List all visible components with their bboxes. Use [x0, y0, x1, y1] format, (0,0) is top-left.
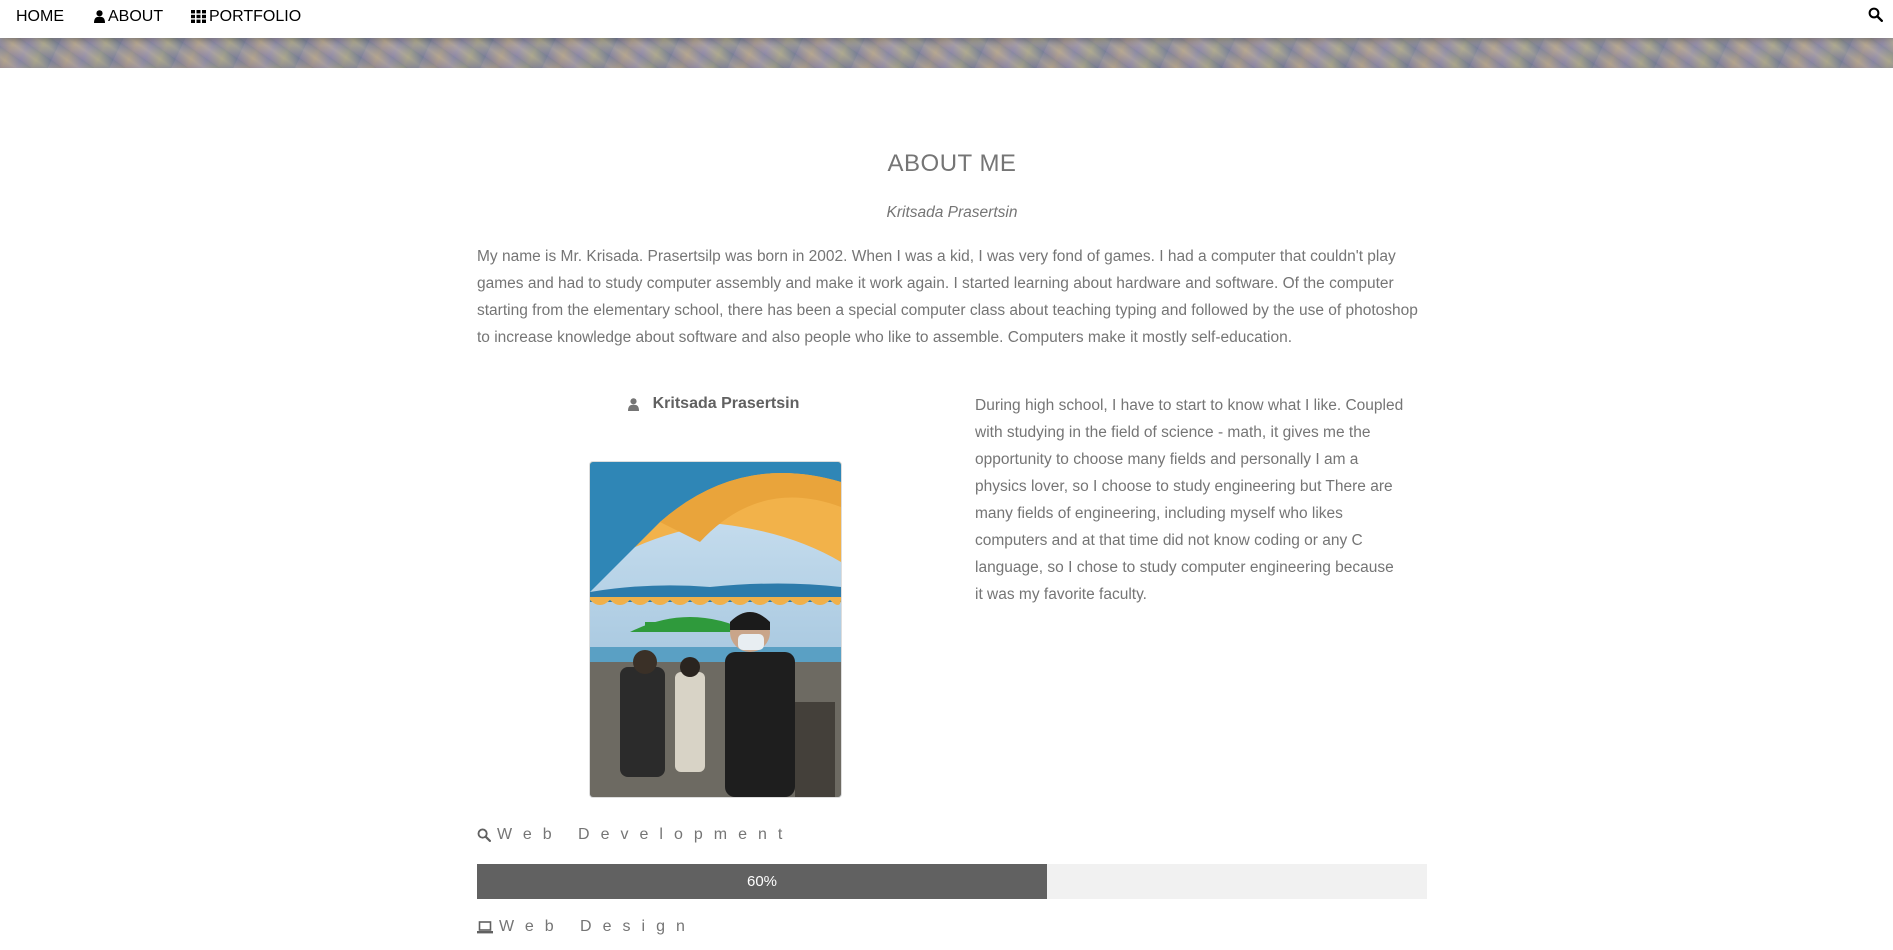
- nav-home-label: HOME: [16, 8, 64, 25]
- user-icon: [627, 397, 639, 411]
- hero-banner: [0, 38, 1893, 68]
- page-title: ABOUT ME: [887, 150, 1017, 177]
- search-icon: [1868, 7, 1884, 27]
- profile-photo: [589, 461, 842, 798]
- nav-portfolio-label: PORTFOLIO: [209, 8, 302, 25]
- laptop-icon: [477, 920, 493, 934]
- page-subtitle: Kritsada Prasertsin: [886, 204, 1018, 221]
- side-paragraph: During high school, I have to start to k…: [975, 397, 1404, 603]
- user-icon: [94, 10, 105, 23]
- skill-name: Web Development: [497, 826, 794, 843]
- skill-progress-fill: 60%: [477, 864, 1047, 899]
- skill-label-web-development: Web Development: [477, 826, 793, 844]
- skill-progress-bar: 60%: [477, 864, 1427, 899]
- search-icon: [477, 828, 491, 842]
- nav-home-link[interactable]: HOME: [16, 0, 64, 33]
- profile-name-label: Kritsada Prasertsin: [652, 395, 800, 412]
- skill-name: Web Design: [499, 918, 696, 935]
- nav-search-button[interactable]: [1868, 0, 1884, 33]
- skill-label-web-design: Web Design: [477, 918, 696, 936]
- nav-about-link[interactable]: ABOUT: [94, 0, 163, 33]
- grid-icon: [191, 10, 206, 23]
- nav-about-label: ABOUT: [108, 8, 164, 25]
- top-navbar: HOME ABOUT PORTFOLIO: [0, 0, 1893, 38]
- nav-portfolio-link[interactable]: PORTFOLIO: [191, 0, 301, 33]
- intro-paragraph: My name is Mr. Krisada. Prasertsilp was …: [477, 248, 1418, 346]
- profile-name: Kritsada Prasertsin: [477, 395, 950, 413]
